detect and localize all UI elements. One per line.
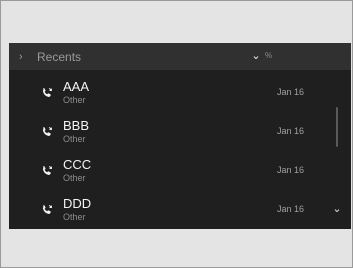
contact-name: CCC xyxy=(63,157,92,172)
list-item[interactable]: CCC Other Jan 16 xyxy=(9,151,329,189)
contact-name: BBB xyxy=(63,118,90,133)
call-date: Jan 16 xyxy=(277,126,305,136)
scrollbar[interactable] xyxy=(336,107,338,147)
phone-icon xyxy=(41,203,53,215)
contact-name: DDD xyxy=(63,196,92,211)
header-indicator: % xyxy=(265,51,273,60)
call-date: Jan 16 xyxy=(277,87,305,97)
chevron-down-icon[interactable]: ⌄ xyxy=(250,49,262,62)
recents-header[interactable]: › Recents ⌄ % xyxy=(9,43,351,70)
list-item[interactable]: AAA Other Jan 16 xyxy=(9,73,329,111)
contact-type: Other xyxy=(63,95,86,105)
contact-type: Other xyxy=(63,212,86,222)
recents-screen: › Recents ⌄ % AAA Other Jan 16 BBB Other… xyxy=(9,43,351,229)
phone-icon xyxy=(41,125,53,137)
call-date: Jan 16 xyxy=(277,165,305,175)
contact-type: Other xyxy=(63,134,86,144)
chevron-right-icon[interactable]: › xyxy=(19,51,23,63)
chevron-down-icon[interactable]: ⌄ xyxy=(331,202,343,215)
contact-type: Other xyxy=(63,173,86,183)
list-item[interactable]: BBB Other Jan 16 xyxy=(9,112,329,150)
figure-frame: › Recents ⌄ % AAA Other Jan 16 BBB Other… xyxy=(0,0,353,268)
contact-name: AAA xyxy=(63,79,90,94)
call-date: Jan 16 xyxy=(277,204,305,214)
phone-icon xyxy=(41,86,53,98)
phone-icon xyxy=(41,164,53,176)
list-item[interactable]: DDD Other Jan 16 xyxy=(9,190,329,228)
recents-title: Recents xyxy=(37,50,82,64)
